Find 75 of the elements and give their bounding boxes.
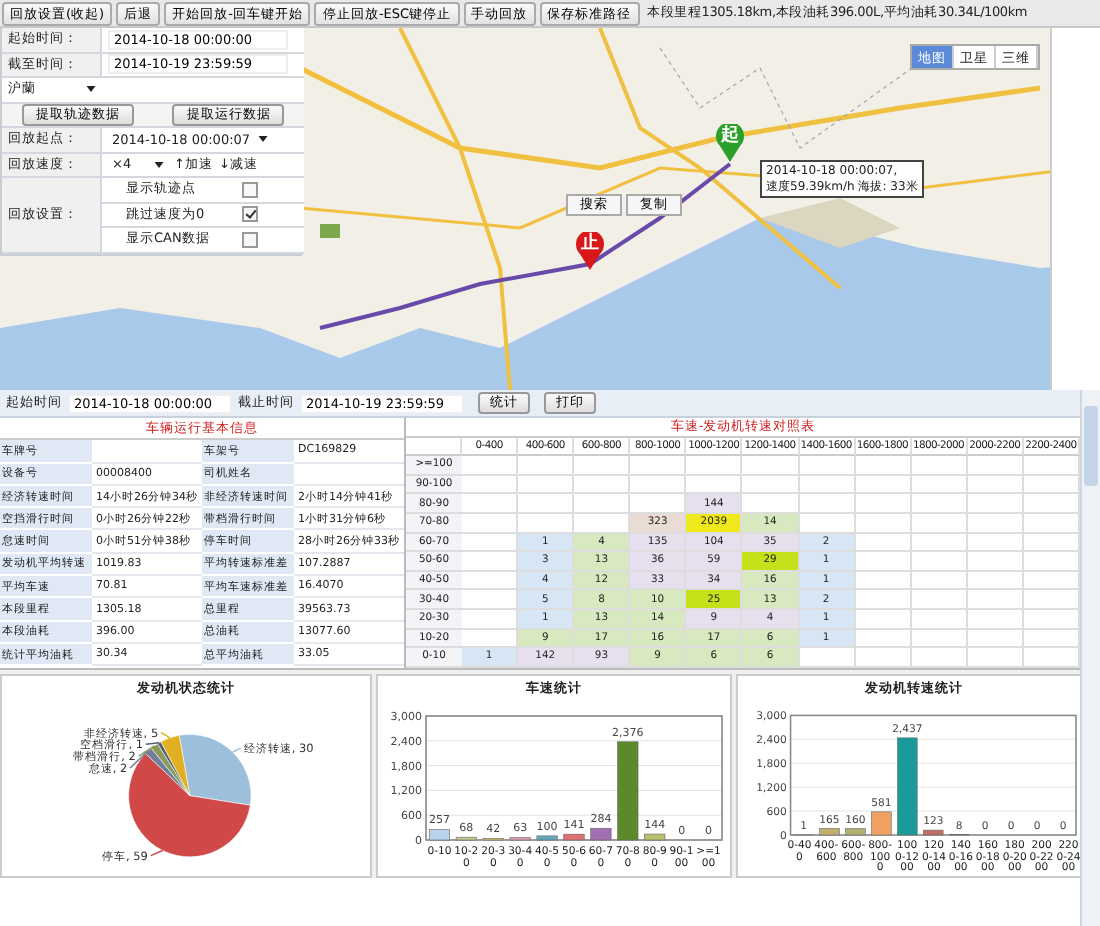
bar (845, 828, 866, 836)
table-cell (630, 475, 687, 495)
table-cell (855, 571, 912, 591)
table-cell (574, 456, 631, 476)
table-cell (294, 463, 404, 486)
table-cell (799, 475, 856, 495)
table-cell (967, 648, 1024, 668)
bar (617, 741, 639, 841)
table-cell (967, 456, 1024, 476)
table-cell (967, 629, 1024, 649)
table-cell (911, 552, 968, 572)
table-cell (855, 629, 912, 649)
table-cell (911, 494, 968, 514)
caret-icon (154, 161, 164, 168)
bar (428, 829, 450, 841)
table-cell (855, 494, 912, 514)
checkbox[interactable] (242, 206, 258, 223)
table-cell (855, 648, 912, 668)
table-cell (855, 552, 912, 572)
table-cell (911, 533, 968, 553)
table-cell (630, 456, 687, 476)
table-cell (855, 533, 912, 553)
table-cell (911, 590, 968, 610)
table-cell (574, 475, 631, 495)
table-cell (742, 456, 800, 476)
bar (819, 828, 840, 836)
leader-line (150, 849, 164, 857)
table-cell (911, 571, 968, 591)
table-cell (855, 456, 912, 476)
caret-icon (258, 136, 269, 143)
table-cell (686, 456, 743, 476)
table-cell (911, 609, 968, 630)
table-cell (911, 475, 968, 495)
bar (536, 835, 558, 841)
checkbox[interactable] (242, 181, 258, 198)
table-cell (799, 456, 856, 476)
table-cell (911, 513, 968, 534)
table-cell (462, 513, 519, 534)
table-cell (967, 494, 1024, 514)
bar (897, 737, 918, 836)
table-cell (799, 494, 856, 514)
table-cell (967, 533, 1024, 553)
table-cell (799, 648, 856, 668)
table-cell (462, 494, 519, 514)
bar (563, 833, 585, 841)
leader-line (232, 747, 242, 753)
table-cell (967, 475, 1024, 495)
table-cell (911, 648, 968, 668)
table-cell (518, 475, 575, 495)
scrollbar[interactable] (1080, 390, 1100, 926)
table-cell (855, 475, 912, 495)
table-cell (855, 590, 912, 610)
end-marker[interactable]: 止 (576, 232, 604, 270)
bar (644, 833, 666, 841)
caret-icon (86, 86, 96, 93)
table-cell (967, 513, 1024, 534)
table-cell (911, 629, 968, 649)
table-cell (462, 475, 519, 495)
table-cell (967, 590, 1024, 610)
bar (871, 811, 892, 836)
bar (590, 827, 612, 841)
table-cell (518, 456, 575, 476)
table-cell (967, 609, 1024, 630)
table-cell (462, 456, 519, 476)
bar (923, 829, 944, 836)
table-cell (855, 513, 912, 534)
table-cell (574, 494, 631, 514)
table-cell (742, 475, 800, 495)
table-cell (967, 571, 1024, 591)
table-cell (967, 552, 1024, 572)
table-cell (518, 494, 575, 514)
table-cell (911, 456, 968, 476)
bar (455, 836, 477, 841)
checkbox[interactable] (242, 231, 258, 248)
table-cell (855, 609, 912, 630)
